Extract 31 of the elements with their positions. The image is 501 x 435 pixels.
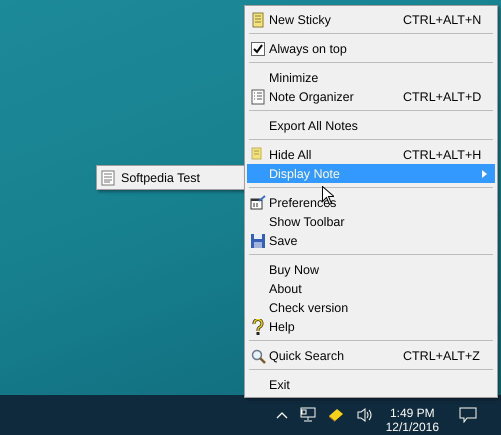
clock-date: 12/1/2016 [386, 420, 439, 434]
menu-item[interactable]: Always on top [247, 39, 495, 58]
chevron-up-icon[interactable] [276, 411, 288, 419]
menu-item[interactable]: Buy Now [247, 260, 495, 279]
notification-icon[interactable] [459, 407, 477, 423]
menu-item[interactable]: Check version [247, 298, 495, 317]
clock-time: 1:49 PM [390, 406, 435, 420]
menu-item[interactable]: About [247, 279, 495, 298]
menu-item[interactable]: Minimize [247, 68, 495, 87]
magnifier-icon [250, 348, 266, 364]
menu-item[interactable]: Save [247, 231, 495, 250]
menu-item[interactable]: Export All Notes [247, 116, 495, 135]
submenu-item[interactable]: Softpedia Test [100, 168, 242, 187]
menu-item[interactable]: Hide All CTRL+ALT+H [247, 145, 495, 164]
note-icon [250, 12, 266, 28]
list-icon [250, 88, 266, 104]
menu-item[interactable]: Exit [247, 375, 495, 394]
menu-item[interactable]: Help [247, 317, 495, 336]
question-mark-icon [250, 318, 266, 334]
menu-item[interactable]: Show Toolbar [247, 212, 495, 231]
menu-item[interactable]: Note Organizer CTRL+ALT+D [247, 87, 495, 106]
window-settings-icon [250, 194, 266, 210]
checkbox[interactable] [251, 42, 265, 56]
submenu-arrow-icon [482, 170, 487, 178]
document-icon [100, 170, 116, 186]
menu-item[interactable]: New Sticky CTRL+ALT+N [247, 10, 495, 29]
speaker-icon[interactable] [356, 407, 374, 423]
network-icon[interactable] [300, 407, 316, 423]
menu-item[interactable]: Preferences [247, 193, 495, 212]
menu-item[interactable]: Quick Search CTRL+ALT+Z [247, 346, 495, 365]
note-tray-icon[interactable] [328, 408, 344, 422]
